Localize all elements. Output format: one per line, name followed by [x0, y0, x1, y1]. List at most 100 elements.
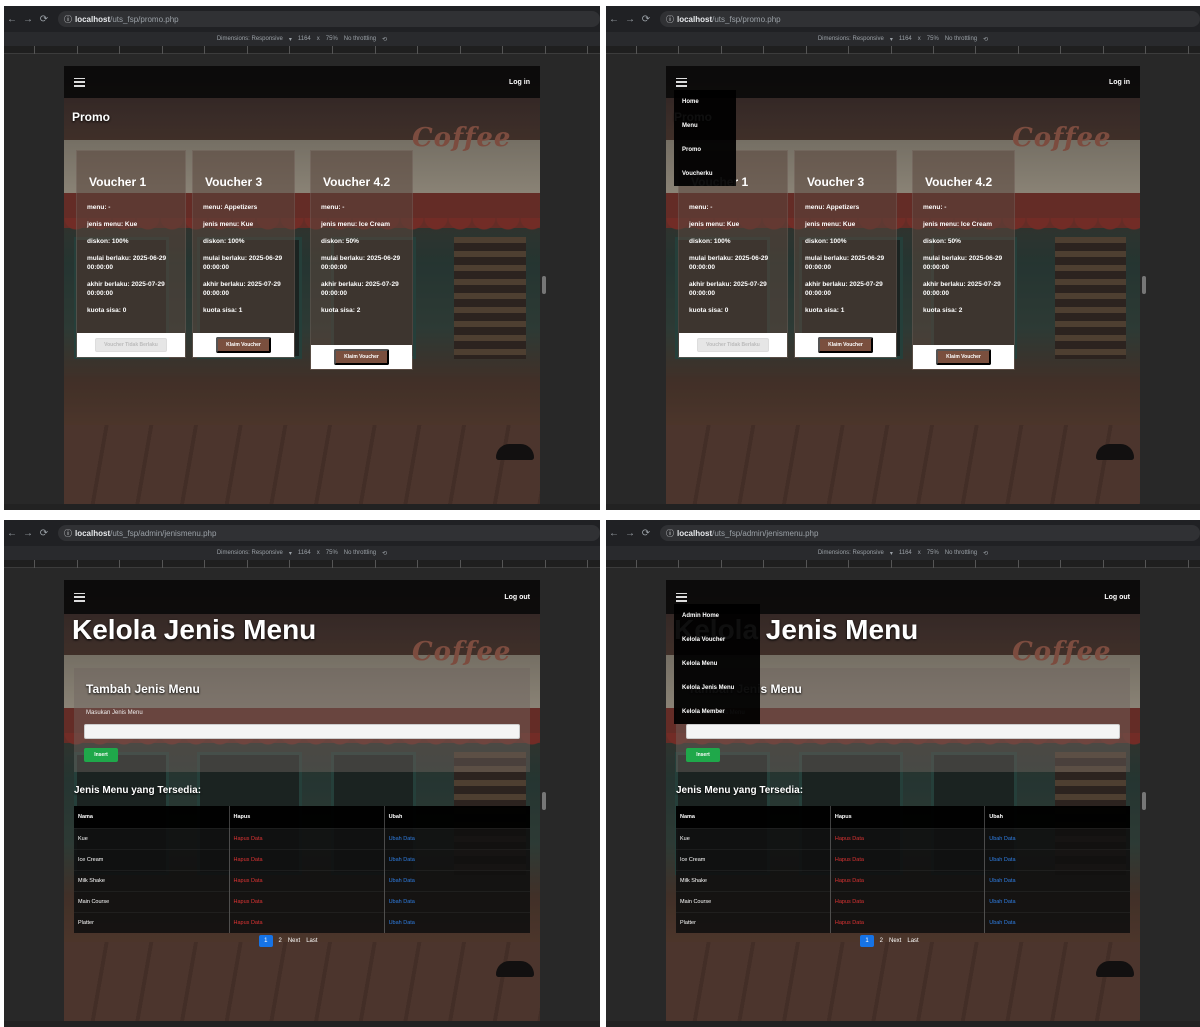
site-info-icon[interactable]: ⓘ [666, 14, 674, 25]
edit-link[interactable]: Ubah Data [984, 911, 1130, 933]
edit-link[interactable]: Ubah Data [984, 848, 1130, 870]
hamburger-menu-icon[interactable] [74, 77, 85, 87]
site-info-icon[interactable]: ⓘ [666, 528, 674, 539]
page-link-next[interactable]: Next [889, 938, 901, 944]
width-input[interactable]: 1164 [298, 550, 311, 556]
resize-handle[interactable] [542, 791, 546, 810]
resize-handle[interactable] [1142, 791, 1146, 810]
claim-voucher-button[interactable]: Klaim Voucher [936, 349, 991, 365]
back-icon[interactable]: ← [606, 14, 622, 25]
nav-item-kelola-jenis-menu[interactable]: Kelola Jenis Menu [674, 676, 760, 700]
throttle-select[interactable]: No throttling [344, 550, 376, 556]
page-link-2[interactable]: 2 [880, 938, 883, 944]
bottom-resize-bar[interactable] [606, 1021, 1200, 1027]
hamburger-menu-icon[interactable] [676, 592, 687, 602]
site-info-icon[interactable]: ⓘ [64, 528, 72, 539]
jenis-menu-input[interactable] [84, 724, 520, 739]
insert-button[interactable]: Insert [686, 748, 720, 762]
jenis-menu-input[interactable] [686, 724, 1120, 739]
dimensions-select[interactable]: Dimensions: Responsive [217, 550, 283, 556]
delete-link[interactable]: Hapus Data [829, 911, 985, 933]
rotate-icon[interactable]: ⟲ [983, 550, 988, 557]
delete-link[interactable]: Hapus Data [228, 911, 385, 933]
width-input[interactable]: 1164 [298, 36, 311, 42]
claim-voucher-button[interactable]: Klaim Voucher [334, 349, 389, 365]
edit-link[interactable]: Ubah Data [984, 827, 1130, 849]
insert-button[interactable]: Insert [84, 748, 118, 762]
hamburger-menu-icon[interactable] [74, 592, 85, 602]
claim-voucher-button[interactable]: Klaim Voucher [216, 337, 271, 353]
forward-icon[interactable]: → [20, 14, 36, 25]
site-info-icon[interactable]: ⓘ [64, 14, 72, 25]
page-link-1[interactable]: 1 [259, 935, 273, 947]
zoom-select[interactable]: 75% [927, 550, 939, 556]
address-bar[interactable]: ⓘ localhost/uts_fsp/admin/jenismenu.php [660, 525, 1200, 541]
page-link-last[interactable]: Last [306, 938, 317, 944]
delete-link[interactable]: Hapus Data [829, 869, 985, 891]
back-icon[interactable]: ← [606, 528, 622, 539]
rotate-icon[interactable]: ⟲ [983, 36, 988, 43]
nav-item-kelola-menu[interactable]: Kelola Menu [674, 652, 760, 676]
resize-handle[interactable] [1142, 276, 1146, 294]
page-link-1[interactable]: 1 [860, 935, 874, 947]
dimensions-select[interactable]: Dimensions: Responsive [217, 36, 283, 42]
nav-item-kelola-voucher[interactable]: Kelola Voucher [674, 628, 760, 652]
delete-link[interactable]: Hapus Data [829, 890, 985, 912]
nav-item-menu[interactable]: Menu [674, 114, 736, 138]
dimensions-select[interactable]: Dimensions: Responsive [818, 550, 884, 556]
delete-link[interactable]: Hapus Data [829, 848, 985, 870]
delete-link[interactable]: Hapus Data [228, 890, 385, 912]
edit-link[interactable]: Ubah Data [383, 827, 530, 849]
bottom-resize-bar[interactable] [606, 504, 1200, 510]
bottom-resize-bar[interactable] [4, 1021, 600, 1027]
page-link-last[interactable]: Last [907, 938, 918, 944]
back-icon[interactable]: ← [4, 14, 20, 25]
page-link-2[interactable]: 2 [279, 938, 282, 944]
delete-link[interactable]: Hapus Data [829, 827, 985, 849]
login-link[interactable]: Log in [1109, 79, 1130, 86]
reload-icon[interactable]: ⟳ [36, 528, 52, 539]
nav-item-home[interactable]: Home [674, 90, 736, 114]
rotate-icon[interactable]: ⟲ [382, 550, 387, 557]
page-link-next[interactable]: Next [288, 938, 300, 944]
resize-handle[interactable] [542, 276, 546, 294]
logout-link[interactable]: Log out [1104, 594, 1130, 601]
nav-item-admin-home[interactable]: Admin Home [674, 604, 760, 628]
edit-link[interactable]: Ubah Data [984, 890, 1130, 912]
delete-link[interactable]: Hapus Data [228, 848, 385, 870]
back-icon[interactable]: ← [4, 528, 20, 539]
edit-link[interactable]: Ubah Data [984, 869, 1130, 891]
login-link[interactable]: Log in [509, 79, 530, 86]
nav-item-kelola-member[interactable]: Kelola Member [674, 700, 760, 724]
hamburger-menu-icon[interactable] [676, 77, 687, 87]
reload-icon[interactable]: ⟳ [638, 14, 654, 25]
width-input[interactable]: 1164 [899, 36, 912, 42]
throttle-select[interactable]: No throttling [945, 36, 977, 42]
width-input[interactable]: 1164 [899, 550, 912, 556]
reload-icon[interactable]: ⟳ [638, 528, 654, 539]
forward-icon[interactable]: → [622, 528, 638, 539]
edit-link[interactable]: Ubah Data [383, 848, 530, 870]
zoom-select[interactable]: 75% [927, 36, 939, 42]
nav-item-promo[interactable]: Promo [674, 138, 736, 162]
edit-link[interactable]: Ubah Data [383, 911, 530, 933]
bottom-resize-bar[interactable] [4, 504, 600, 510]
delete-link[interactable]: Hapus Data [228, 869, 385, 891]
dimensions-select[interactable]: Dimensions: Responsive [818, 36, 884, 42]
claim-voucher-button[interactable]: Klaim Voucher [818, 337, 873, 353]
address-bar[interactable]: ⓘ localhost/uts_fsp/promo.php [58, 11, 600, 27]
delete-link[interactable]: Hapus Data [228, 827, 385, 849]
reload-icon[interactable]: ⟳ [36, 14, 52, 25]
address-bar[interactable]: ⓘ localhost/uts_fsp/promo.php [660, 11, 1200, 27]
logout-link[interactable]: Log out [504, 594, 530, 601]
forward-icon[interactable]: → [622, 14, 638, 25]
forward-icon[interactable]: → [20, 528, 36, 539]
zoom-select[interactable]: 75% [326, 550, 338, 556]
throttle-select[interactable]: No throttling [945, 550, 977, 556]
rotate-icon[interactable]: ⟲ [382, 36, 387, 43]
throttle-select[interactable]: No throttling [344, 36, 376, 42]
edit-link[interactable]: Ubah Data [383, 890, 530, 912]
edit-link[interactable]: Ubah Data [383, 869, 530, 891]
zoom-select[interactable]: 75% [326, 36, 338, 42]
nav-item-voucherku[interactable]: Voucherku [674, 162, 736, 186]
